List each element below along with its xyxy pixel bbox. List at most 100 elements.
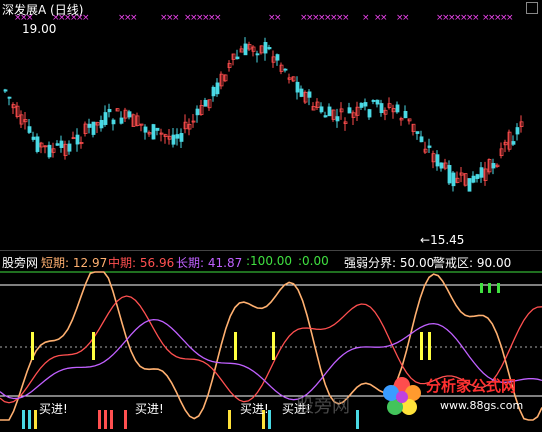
logo-text: 分析家公式网: [426, 377, 517, 395]
candle: [215, 78, 220, 97]
signal-bar: [272, 332, 275, 360]
candle: [207, 99, 212, 111]
signal-marker: ×: [130, 13, 138, 23]
candle: [355, 101, 360, 121]
signal-bar: [234, 332, 237, 360]
candle: [359, 102, 364, 111]
candle: [71, 131, 76, 140]
signal-marker: ×: [214, 13, 222, 23]
candle: [283, 68, 288, 73]
candle: [423, 141, 428, 155]
logo-url: www.88gs.com: [440, 399, 524, 412]
candle: [187, 118, 192, 136]
candle: [55, 140, 60, 146]
candle: [3, 88, 8, 94]
candle: [431, 150, 436, 169]
candle: [263, 37, 268, 61]
signal-bar: [92, 332, 95, 360]
candle: [427, 138, 432, 154]
candle: [383, 107, 388, 121]
signal-marker: ×: [472, 13, 480, 23]
candle: [191, 113, 196, 128]
signal-bar: [428, 332, 431, 360]
candle: [35, 133, 40, 154]
candle: [91, 121, 96, 138]
strong-bar: [497, 283, 500, 293]
candle: [15, 102, 20, 119]
candlestick-chart: ××× ×××××× ××× ××× ×××××× ×× ×××××××× × ×× ×× ××××…: [3, 13, 524, 192]
signal-marker: ×: [506, 13, 514, 23]
candle: [299, 85, 304, 98]
candle: [411, 123, 416, 136]
bottom-bar: [22, 410, 25, 429]
candle: [479, 162, 484, 183]
candle: [243, 37, 248, 56]
candle: [123, 107, 128, 123]
candle: [239, 45, 244, 53]
candle: [147, 130, 152, 137]
candle: [143, 124, 148, 140]
candle: [319, 102, 324, 114]
candle: [347, 102, 352, 114]
candle: [99, 115, 104, 132]
candle: [519, 115, 524, 133]
candle: [459, 166, 464, 183]
strong-bar: [480, 283, 483, 293]
candle: [487, 158, 492, 175]
candle: [119, 111, 124, 125]
candle: [331, 109, 336, 122]
candle: [267, 44, 272, 51]
bottom-bar: [228, 410, 231, 429]
candle: [507, 129, 512, 152]
candle: [63, 140, 68, 160]
candle: [403, 105, 408, 119]
candle: [475, 173, 480, 183]
candle: [199, 100, 204, 116]
buy-signal-3: 买进!: [240, 402, 269, 416]
candle: [271, 50, 276, 68]
candle: [175, 128, 180, 146]
candle: [483, 161, 488, 186]
signal-marker: ×: [380, 13, 388, 23]
candle: [295, 76, 300, 100]
candle: [395, 101, 400, 114]
window-toggle-icon[interactable]: [526, 2, 538, 14]
price-chart-pane[interactable]: × × × × × × × × × × × × × × × × × × × × × × × × × × × × × × × × × × × × × × × ×…: [0, 0, 542, 250]
candle: [107, 103, 112, 118]
signal-marker: ×: [172, 13, 180, 23]
bottom-bar: [98, 410, 101, 429]
candle: [75, 128, 80, 152]
stock-name: 深发展A: [2, 3, 47, 17]
candle: [391, 104, 396, 119]
candle: [23, 111, 28, 130]
candle: [435, 150, 440, 171]
bottom-bar: [104, 410, 107, 429]
candle: [155, 127, 160, 136]
candle: [151, 123, 156, 140]
candle: [227, 60, 232, 72]
candle: [363, 98, 368, 111]
period-label: (日线): [50, 3, 84, 17]
candle: [139, 123, 144, 132]
candle: [491, 158, 496, 175]
candle: [375, 99, 380, 108]
candle: [167, 129, 172, 145]
signal-marker: ×: [362, 13, 370, 23]
signal-marker: ×: [342, 13, 350, 23]
candle: [339, 102, 344, 120]
candle: [291, 76, 296, 83]
candle: [407, 118, 412, 125]
candle: [39, 141, 44, 154]
candle: [335, 108, 340, 128]
candle: [447, 160, 452, 185]
candle: [67, 140, 72, 155]
candle: [95, 121, 100, 133]
candle: [415, 131, 420, 140]
site-logo[interactable]: 分析家公式网 www.88gs.com: [376, 371, 536, 423]
candle: [255, 50, 260, 63]
candle: [275, 53, 280, 66]
watermark: 股旁网: [296, 396, 350, 417]
buy-signal-1: 买进!: [39, 402, 68, 416]
signal-marker: ×: [402, 13, 410, 23]
candle: [259, 45, 264, 55]
